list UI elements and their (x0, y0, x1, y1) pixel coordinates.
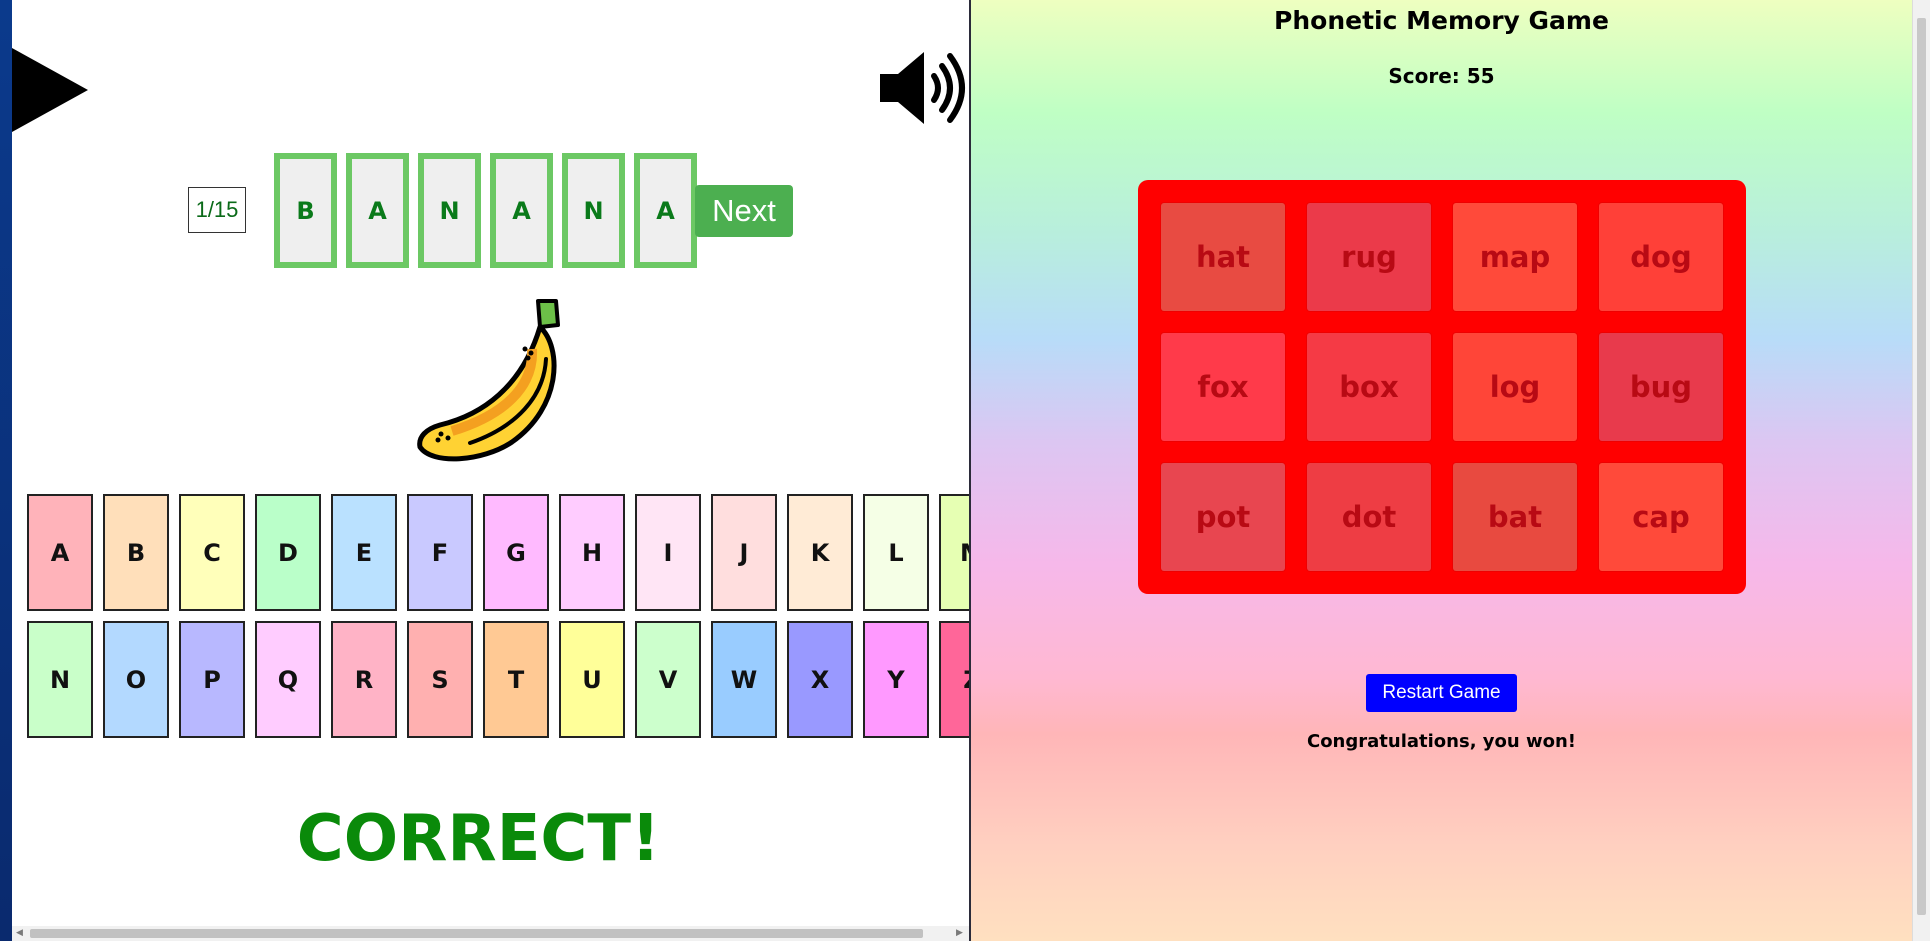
letter-tile-j[interactable]: J (711, 494, 777, 611)
memory-card-cap[interactable]: cap (1599, 463, 1723, 571)
word-counter: 1/15 (188, 187, 246, 233)
result-message: CORRECT! (296, 802, 661, 876)
horizontal-scrollbar[interactable]: ◀ ▶ (12, 926, 969, 941)
letter-slot[interactable]: B (274, 153, 337, 268)
scroll-right-icon[interactable]: ▶ (956, 929, 963, 938)
memory-card-map[interactable]: map (1453, 203, 1577, 311)
window-left-edge (0, 0, 12, 941)
letter-tile-q[interactable]: Q (255, 621, 321, 738)
letter-tile-p[interactable]: P (179, 621, 245, 738)
letter-tile-o[interactable]: O (103, 621, 169, 738)
letter-tile-y[interactable]: Y (863, 621, 929, 738)
scrollbar-thumb[interactable] (30, 929, 923, 938)
score-display: Score: 55 (1388, 64, 1495, 88)
letter-tile-n[interactable]: N (27, 621, 93, 738)
vertical-scrollbar[interactable] (1912, 0, 1930, 941)
restart-game-button[interactable]: Restart Game (1366, 674, 1517, 712)
letter-tile-w[interactable]: W (711, 621, 777, 738)
letter-slot[interactable]: N (418, 153, 481, 268)
letter-tile-b[interactable]: B (103, 494, 169, 611)
letter-tile-v[interactable]: V (635, 621, 701, 738)
play-icon[interactable] (12, 48, 88, 132)
letter-tile-t[interactable]: T (483, 621, 549, 738)
letter-tile-g[interactable]: G (483, 494, 549, 611)
memory-card-log[interactable]: log (1453, 333, 1577, 441)
memory-card-pot[interactable]: pot (1161, 463, 1285, 571)
letter-tile-i[interactable]: I (635, 494, 701, 611)
letter-tile-x[interactable]: X (787, 621, 853, 738)
letter-tile-z[interactable]: Z (939, 621, 969, 738)
banana-image (412, 297, 578, 465)
scroll-left-icon[interactable]: ◀ (16, 929, 23, 938)
letter-slot[interactable]: A (634, 153, 697, 268)
win-message: Congratulations, you won! (1306, 731, 1576, 752)
letter-tile-u[interactable]: U (559, 621, 625, 738)
letter-tile-m[interactable]: M (939, 494, 969, 611)
letter-tile-a[interactable]: A (27, 494, 93, 611)
letter-tile-h[interactable]: H (559, 494, 625, 611)
memory-game-panel: Phonetic Memory Game Score: 55 hat rug map… (971, 0, 1912, 941)
memory-card-bug[interactable]: bug (1599, 333, 1723, 441)
letter-tile-c[interactable]: C (179, 494, 245, 611)
letter-tile-k[interactable]: K (787, 494, 853, 611)
letter-tile-r[interactable]: R (331, 621, 397, 738)
memory-card-rug[interactable]: rug (1307, 203, 1431, 311)
memory-card-fox[interactable]: fox (1161, 333, 1285, 441)
letter-slot[interactable]: N (562, 153, 625, 268)
memory-card-dog[interactable]: dog (1599, 203, 1723, 311)
letter-tile-e[interactable]: E (331, 494, 397, 611)
spelling-panel: 1/15 BANANA Next ABCDEFGHIJKLMNOPQRSTUVW… (12, 0, 969, 941)
memory-card-bat[interactable]: bat (1453, 463, 1577, 571)
letter-tile-d[interactable]: D (255, 494, 321, 611)
speaker-icon[interactable] (878, 48, 969, 128)
memory-card-dot[interactable]: dot (1307, 463, 1431, 571)
next-button[interactable]: Next (695, 185, 793, 237)
page-title: Phonetic Memory Game (1274, 6, 1609, 35)
letter-slot[interactable]: A (490, 153, 553, 268)
scrollbar-thumb[interactable] (1917, 18, 1926, 915)
memory-card-hat[interactable]: hat (1161, 203, 1285, 311)
memory-board: hat rug map dog fox box log bug pot dot bat cap (1138, 180, 1746, 594)
letter-tile-s[interactable]: S (407, 621, 473, 738)
letter-tile-l[interactable]: L (863, 494, 929, 611)
memory-card-box[interactable]: box (1307, 333, 1431, 441)
letter-tile-f[interactable]: F (407, 494, 473, 611)
letter-slot[interactable]: A (346, 153, 409, 268)
